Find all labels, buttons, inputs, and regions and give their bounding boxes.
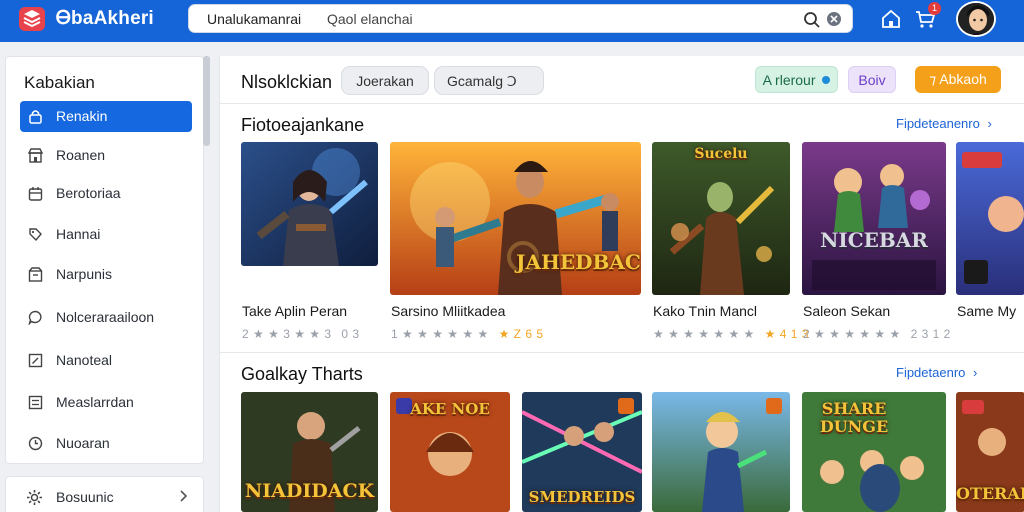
tag-icon [29,228,42,242]
rating-count: ★ Z 6 5 [498,327,544,341]
top-bar: ᎾbaAkheri Unalukamanrai Qaol elanchai 1 [0,0,1024,42]
rating-count: 0 3 [341,327,360,341]
brand-name[interactable]: ᎾbaAkheri [56,8,154,30]
store-icon [28,148,43,163]
rating-text: 2 ★ ★ 3 ★ ★ 3 [242,327,332,341]
sidebar-item-bosuunic[interactable]: Bosuunic [5,476,204,512]
page-title: Nlsoklckian [241,72,333,92]
sidebar-item-renakin[interactable]: Renakin [20,101,192,132]
game-logo: Sucelu [694,146,748,162]
calendar-icon [28,187,43,201]
game-cover-image[interactable]: NICEBAR [802,142,946,295]
chevron-right-icon [180,490,188,502]
game-logo: OTERAB [956,484,1024,503]
sidebar-item-label: Nolceraraailoon [56,309,155,325]
rating-stars: 2 ★ ★ 3 ★ ★ 3 0 3 [242,327,360,341]
game-cover-image[interactable]: SHARE DUNGE [802,392,946,512]
sidebar: Kabakian Renakin Roanen Berotoriaa Hanna… [5,56,204,464]
sidebar-item-hannai[interactable]: Hannai [20,219,192,250]
sidebar-item-label: Nanoteal [56,352,113,368]
edit-icon [28,353,43,368]
sidebar-item-roanen[interactable]: Roanen [20,140,192,171]
game-title[interactable]: Same My [957,303,1016,319]
notification-badge: 1 [928,2,941,15]
chevron-right-icon: › [973,365,978,380]
see-all-label: Fipdeteanenro [896,116,980,131]
status-pill-label: A rlerour [762,72,816,88]
sidebar-item-label: Narpunis [56,266,113,282]
see-all-link[interactable]: Fipdetaenro › [896,365,977,380]
sidebar-item-measlarrdan[interactable]: Measlarrdan [20,387,192,418]
sidebar-item-label: Hannai [56,226,101,242]
game-logo: NIADIDACK [244,480,375,502]
status-dot-icon [822,76,831,84]
game-cover-image[interactable] [241,142,378,266]
section-title: Goalkay Tharts [241,364,363,384]
game-logo: SMEDREIDS [528,488,636,506]
divider [220,352,1024,353]
search-input[interactable]: Qaol elanchai [327,11,413,27]
game-title[interactable]: Sarsino Mliitkadea [391,303,505,319]
game-logo: JAHEDBACK [516,250,641,274]
home-icon[interactable] [880,8,902,30]
search-bar[interactable]: Unalukamanrai Qaol elanchai [188,4,853,33]
rating-count: 2 3 1 2 [910,327,951,341]
sidebar-item-nanoteal[interactable]: Nanoteal [20,345,192,376]
status-pill[interactable]: A rlerour [755,66,838,93]
search-icon[interactable] [803,11,821,29]
rating-stars: ★ ★ ★ ★ ★ ★ ★ ★ 4 1 3 [653,327,809,341]
game-cover-image[interactable]: NIADIDACK [241,392,378,512]
filter-chip[interactable]: Joerakan [341,66,429,95]
sidebar-scrollbar[interactable] [203,56,210,146]
secondary-button[interactable]: Boiv [848,66,896,93]
game-logo: AKE NOE [410,400,490,418]
game-cover-image[interactable]: Sucelu [652,142,790,295]
sidebar-item-label: Roanen [56,147,106,163]
game-cover-image[interactable]: JAHEDBACK [390,142,641,295]
sidebar-item-nolceraraailoon[interactable]: Nolceraraailoon [20,302,192,333]
clock-icon [28,436,43,451]
game-logo: NICEBAR [820,228,928,252]
sidebar-item-label: Renakin [56,108,108,124]
search-scope-label[interactable]: Unalukamanrai [207,11,301,27]
game-cover-image[interactable]: OTERAB [956,392,1024,512]
sidebar-item-label: Berotoriaa [56,185,121,201]
lock-icon [29,110,42,124]
close-icon[interactable] [826,11,842,27]
sidebar-item-nuoaran[interactable]: Nuoaran [20,428,192,459]
filter-dropdown[interactable]: Gcamalg Ↄ [434,66,544,95]
chevron-right-icon: › [987,116,992,131]
primary-button[interactable]: ⁊ Abkaoh [915,66,1001,93]
see-all-link[interactable]: Fipdeteanenro › [896,116,992,131]
see-all-label: Fipdetaenro [896,365,966,380]
game-cover-image[interactable]: SMEDREIDS [522,392,642,512]
rating-stars: 2 ★ ★ ★ ★ ★ ★ 2 3 1 2 [803,327,951,341]
list-icon [28,395,43,410]
rating-text: 2 ★ ★ ★ ★ ★ ★ [803,327,901,341]
rating-stars: 1 ★ ★ ★ ★ ★ ★ ★ Z 6 5 [391,327,544,341]
sidebar-item-label: Nuoaran [56,435,110,451]
divider [220,103,1024,104]
app-logo-icon[interactable] [18,6,46,32]
game-title[interactable]: Kako Tnin Mancl [653,303,757,319]
gear-icon [27,490,42,505]
sidebar-item-narpunis[interactable]: Narpunis [20,259,192,290]
game-title[interactable]: Take Aplin Peran [242,303,347,319]
game-cover-image[interactable] [956,142,1024,295]
avatar[interactable] [956,1,996,37]
sidebar-title: Kabakian [24,73,95,92]
chat-icon [28,310,42,325]
section-title: Fiotoeajankane [241,115,365,135]
box-icon [28,267,43,282]
game-cover-image[interactable]: AKE NOE [390,392,510,512]
game-logo: SHARE DUNGE [819,399,889,436]
game-cover-image[interactable] [652,392,790,512]
sidebar-item-label: Bosuunic [56,489,114,505]
main-panel: Nlsoklckian Joerakan Gcamalg Ↄ A rlerour… [219,56,1024,512]
sidebar-item-berotoriaa[interactable]: Berotoriaa [20,178,192,209]
rating-text: 1 ★ ★ ★ ★ ★ ★ [391,327,489,341]
rating-text: ★ ★ ★ ★ ★ ★ ★ [653,327,755,341]
game-title[interactable]: Saleon Sekan [803,303,890,319]
sidebar-item-label: Measlarrdan [56,394,134,410]
